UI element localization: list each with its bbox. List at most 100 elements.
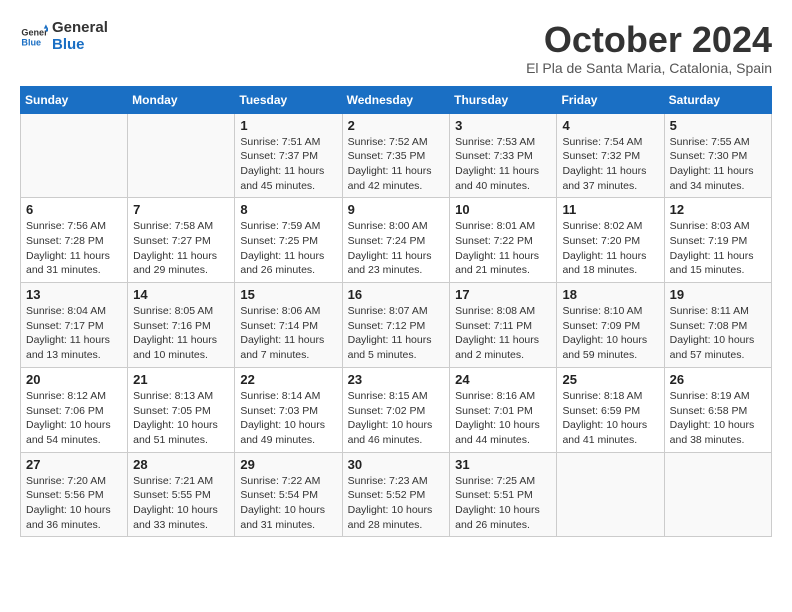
day-number: 14 [133, 287, 229, 302]
day-number: 4 [562, 118, 658, 133]
day-info: Sunrise: 7:58 AMSunset: 7:27 PMDaylight:… [133, 219, 229, 278]
day-number: 9 [348, 202, 445, 217]
calendar-cell: 19 Sunrise: 8:11 AMSunset: 7:08 PMDayligh… [664, 283, 771, 368]
svg-text:Blue: Blue [21, 37, 41, 47]
calendar-cell: 22 Sunrise: 8:14 AMSunset: 7:03 PMDayligh… [235, 367, 342, 452]
weekday-header-friday: Friday [557, 86, 664, 113]
calendar-cell: 29Sunrise: 7:22 AMSunset: 5:54 PMDayligh… [235, 452, 342, 537]
day-number: 10 [455, 202, 551, 217]
day-info: Sunrise: 8:19 AMSunset: 6:58 PMDaylight:… [670, 389, 766, 448]
weekday-header-saturday: Saturday [664, 86, 771, 113]
day-number: 16 [348, 287, 445, 302]
day-number: 21 [133, 372, 229, 387]
day-number: 24 [455, 372, 551, 387]
title-block: October 2024 El Pla de Santa Maria, Cata… [526, 20, 772, 76]
day-info: Sunrise: 7:56 AMSunset: 7:28 PMDaylight:… [26, 219, 122, 278]
day-info: Sunrise: 7:23 AMSunset: 5:52 PMDaylight:… [348, 474, 445, 533]
day-info: Sunrise: 8:07 AMSunset: 7:12 PMDaylight:… [348, 304, 445, 363]
day-info: Sunrise: 8:00 AMSunset: 7:24 PMDaylight:… [348, 219, 445, 278]
calendar-cell: 1 Sunrise: 7:51 AMSunset: 7:37 PMDaylight… [235, 113, 342, 198]
calendar-cell: 26 Sunrise: 8:19 AMSunset: 6:58 PMDayligh… [664, 367, 771, 452]
day-number: 7 [133, 202, 229, 217]
day-number: 1 [240, 118, 336, 133]
page-header: General Blue General Blue October 2024 E… [20, 20, 772, 76]
logo-blue: Blue [52, 37, 108, 54]
day-number: 26 [670, 372, 766, 387]
day-number: 31 [455, 457, 551, 472]
day-info: Sunrise: 7:52 AMSunset: 7:35 PMDaylight:… [348, 135, 445, 194]
calendar-cell: 11Sunrise: 8:02 AMSunset: 7:20 PMDayligh… [557, 198, 664, 283]
calendar-cell: 23Sunrise: 8:15 AMSunset: 7:02 PMDayligh… [342, 367, 450, 452]
day-info: Sunrise: 7:51 AMSunset: 7:37 PMDaylight:… [240, 135, 336, 194]
calendar-cell: 20 Sunrise: 8:12 AMSunset: 7:06 PMDayligh… [21, 367, 128, 452]
calendar-cell: 3 Sunrise: 7:53 AMSunset: 7:33 PMDaylight… [450, 113, 557, 198]
calendar-cell: 31 Sunrise: 7:25 AMSunset: 5:51 PMDayligh… [450, 452, 557, 537]
day-number: 12 [670, 202, 766, 217]
day-number: 20 [26, 372, 122, 387]
weekday-header-sunday: Sunday [21, 86, 128, 113]
day-info: Sunrise: 7:53 AMSunset: 7:33 PMDaylight:… [455, 135, 551, 194]
day-number: 25 [562, 372, 658, 387]
day-number: 22 [240, 372, 336, 387]
day-info: Sunrise: 8:11 AMSunset: 7:08 PMDaylight:… [670, 304, 766, 363]
day-info: Sunrise: 8:08 AMSunset: 7:11 PMDaylight:… [455, 304, 551, 363]
day-info: Sunrise: 8:18 AMSunset: 6:59 PMDaylight:… [562, 389, 658, 448]
calendar-week-row: 20 Sunrise: 8:12 AMSunset: 7:06 PMDayligh… [21, 367, 772, 452]
calendar-week-row: 6Sunrise: 7:56 AMSunset: 7:28 PMDaylight… [21, 198, 772, 283]
calendar-cell: 24 Sunrise: 8:16 AMSunset: 7:01 PMDayligh… [450, 367, 557, 452]
day-number: 18 [562, 287, 658, 302]
calendar-cell: 27Sunrise: 7:20 AMSunset: 5:56 PMDayligh… [21, 452, 128, 537]
day-info: Sunrise: 8:10 AMSunset: 7:09 PMDaylight:… [562, 304, 658, 363]
day-info: Sunrise: 8:01 AMSunset: 7:22 PMDaylight:… [455, 219, 551, 278]
calendar-cell: 17 Sunrise: 8:08 AMSunset: 7:11 PMDayligh… [450, 283, 557, 368]
day-number: 13 [26, 287, 122, 302]
month-title: October 2024 [526, 20, 772, 60]
day-info: Sunrise: 8:04 AMSunset: 7:17 PMDaylight:… [26, 304, 122, 363]
weekday-header-row: SundayMondayTuesdayWednesdayThursdayFrid… [21, 86, 772, 113]
calendar-cell: 7 Sunrise: 7:58 AMSunset: 7:27 PMDaylight… [128, 198, 235, 283]
calendar-cell: 4Sunrise: 7:54 AMSunset: 7:32 PMDaylight… [557, 113, 664, 198]
day-number: 5 [670, 118, 766, 133]
day-info: Sunrise: 8:06 AMSunset: 7:14 PMDaylight:… [240, 304, 336, 363]
day-number: 2 [348, 118, 445, 133]
day-number: 30 [348, 457, 445, 472]
logo: General Blue General Blue [20, 20, 108, 53]
calendar-week-row: 13 Sunrise: 8:04 AMSunset: 7:17 PMDayligh… [21, 283, 772, 368]
calendar-cell: 21 Sunrise: 8:13 AMSunset: 7:05 PMDayligh… [128, 367, 235, 452]
day-info: Sunrise: 8:05 AMSunset: 7:16 PMDaylight:… [133, 304, 229, 363]
calendar-cell: 2 Sunrise: 7:52 AMSunset: 7:35 PMDaylight… [342, 113, 450, 198]
day-number: 17 [455, 287, 551, 302]
calendar-cell [21, 113, 128, 198]
calendar-cell: 8Sunrise: 7:59 AMSunset: 7:25 PMDaylight… [235, 198, 342, 283]
day-info: Sunrise: 8:13 AMSunset: 7:05 PMDaylight:… [133, 389, 229, 448]
day-info: Sunrise: 8:14 AMSunset: 7:03 PMDaylight:… [240, 389, 336, 448]
day-info: Sunrise: 8:12 AMSunset: 7:06 PMDaylight:… [26, 389, 122, 448]
svg-text:General: General [21, 27, 48, 37]
day-number: 11 [562, 202, 658, 217]
weekday-header-monday: Monday [128, 86, 235, 113]
day-info: Sunrise: 7:22 AMSunset: 5:54 PMDaylight:… [240, 474, 336, 533]
calendar-cell: 15Sunrise: 8:06 AMSunset: 7:14 PMDayligh… [235, 283, 342, 368]
calendar-cell [128, 113, 235, 198]
day-info: Sunrise: 7:55 AMSunset: 7:30 PMDaylight:… [670, 135, 766, 194]
weekday-header-wednesday: Wednesday [342, 86, 450, 113]
day-info: Sunrise: 7:25 AMSunset: 5:51 PMDaylight:… [455, 474, 551, 533]
calendar-week-row: 27Sunrise: 7:20 AMSunset: 5:56 PMDayligh… [21, 452, 772, 537]
calendar-cell [557, 452, 664, 537]
day-number: 27 [26, 457, 122, 472]
calendar-cell: 12Sunrise: 8:03 AMSunset: 7:19 PMDayligh… [664, 198, 771, 283]
calendar-cell: 10 Sunrise: 8:01 AMSunset: 7:22 PMDayligh… [450, 198, 557, 283]
calendar-cell: 6Sunrise: 7:56 AMSunset: 7:28 PMDaylight… [21, 198, 128, 283]
day-info: Sunrise: 7:21 AMSunset: 5:55 PMDaylight:… [133, 474, 229, 533]
calendar-cell [664, 452, 771, 537]
location-subtitle: El Pla de Santa Maria, Catalonia, Spain [526, 60, 772, 76]
logo-icon: General Blue [20, 23, 48, 51]
logo-general: General [52, 20, 108, 37]
day-number: 23 [348, 372, 445, 387]
calendar-cell: 5 Sunrise: 7:55 AMSunset: 7:30 PMDaylight… [664, 113, 771, 198]
day-number: 3 [455, 118, 551, 133]
weekday-header-tuesday: Tuesday [235, 86, 342, 113]
day-number: 19 [670, 287, 766, 302]
day-info: Sunrise: 8:16 AMSunset: 7:01 PMDaylight:… [455, 389, 551, 448]
calendar-cell: 13 Sunrise: 8:04 AMSunset: 7:17 PMDayligh… [21, 283, 128, 368]
